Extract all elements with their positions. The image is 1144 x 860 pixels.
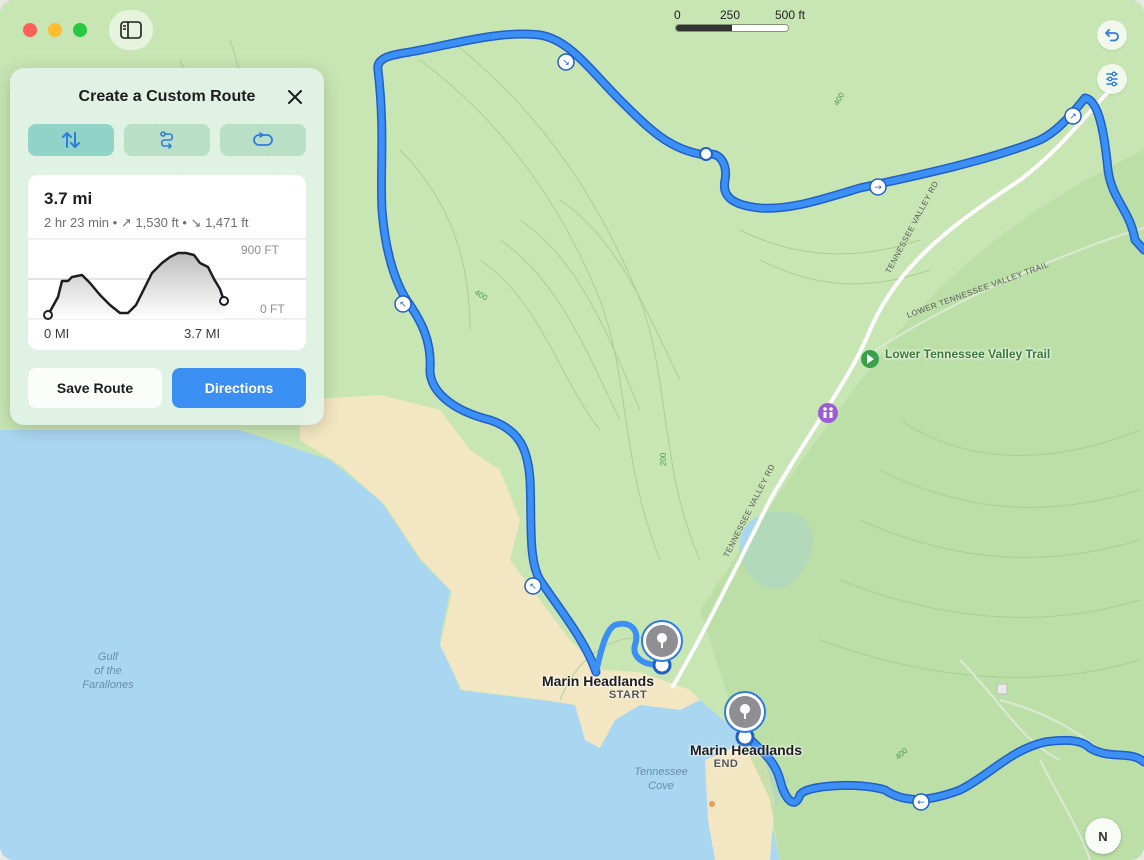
directions-button[interactable]: Directions [172, 368, 306, 408]
map-scale: 0 250 500 ft [674, 8, 814, 38]
out-and-back-icon [160, 131, 174, 149]
scale-label-0: 0 [674, 8, 681, 22]
restroom-icon[interactable] [818, 403, 838, 423]
panel-title: Create a Custom Route [78, 88, 256, 105]
svg-text:↗: ↗ [1069, 112, 1077, 122]
ascent-icon: ↗ [120, 215, 132, 230]
window-close-button[interactable] [23, 23, 37, 37]
route-options-button[interactable] [1097, 64, 1127, 94]
distance-end-label: 3.7 MI [184, 326, 221, 341]
route-distance: 3.7 mi [44, 189, 93, 208]
start-tag: START [608, 689, 648, 701]
close-icon [288, 90, 302, 104]
maps-window: TENNESSEE VALLEY RD TENNESSEE VALLEY RD … [0, 0, 1144, 860]
loop-button[interactable] [220, 124, 306, 156]
undo-arrow-icon [1105, 29, 1119, 42]
reverse-route-icon [62, 132, 80, 148]
descent-icon: ↘ [190, 215, 202, 230]
out-and-back-button[interactable] [124, 124, 210, 156]
save-route-button[interactable]: Save Route [28, 368, 162, 408]
undo-button[interactable] [1097, 20, 1127, 50]
elevation-end-point [219, 296, 229, 306]
custom-route-panel: Create a Custom Route 3.7 mi 2 hr 23 min… [10, 68, 324, 425]
compass-button[interactable]: N [1085, 818, 1121, 854]
route-ascent: 1,530 ft [135, 215, 179, 230]
elevation-min-label: 0 FT [260, 302, 285, 316]
sidebar-toggle-button[interactable] [109, 10, 153, 50]
route-descent: 1,471 ft [205, 215, 249, 230]
route-duration: 2 hr 23 min [44, 215, 110, 230]
elevation-area [48, 253, 224, 319]
close-button[interactable] [282, 84, 308, 110]
landmark-dot [709, 801, 715, 807]
poi-label[interactable]: Lower Tennessee Valley Trail [885, 348, 1050, 361]
loop-icon [253, 132, 273, 146]
scale-label-250: 250 [720, 8, 741, 22]
separator: • [182, 215, 191, 230]
reverse-route-button[interactable] [28, 124, 114, 156]
end-tag: END [713, 758, 739, 770]
svg-text:↘: ↘ [562, 58, 570, 68]
water-label-gulf: Gulf of the Farallones [82, 651, 134, 691]
svg-text:←: ← [917, 798, 925, 808]
start-name: Marin Headlands [541, 673, 655, 689]
elevation-start-point [43, 310, 53, 320]
scale-label-500: 500 ft [775, 8, 806, 22]
window-zoom-button[interactable] [73, 23, 87, 37]
building [996, 683, 1008, 695]
window-minimize-button[interactable] [48, 23, 62, 37]
route-summary-card: 3.7 mi 2 hr 23 min • ↗ 1,530 ft • ↘ 1,47… [28, 175, 306, 350]
elevation-max-label: 900 FT [241, 243, 280, 257]
sidebar-icon [120, 21, 142, 39]
scale-bar [676, 25, 788, 31]
route-options-icon [1106, 71, 1118, 87]
contour-label: 200 [659, 452, 668, 466]
separator: • [112, 215, 121, 230]
svg-text:↖: ↖ [399, 300, 407, 310]
compass-label: N [1098, 828, 1108, 844]
trailhead-icon[interactable] [861, 350, 879, 368]
end-label[interactable]: Marin Headlands END [680, 742, 812, 770]
svg-text:↖: ↖ [529, 582, 537, 592]
distance-start-label: 0 MI [44, 326, 70, 341]
start-label[interactable]: Marin Headlands START [532, 673, 664, 701]
end-name: Marin Headlands [689, 742, 803, 758]
svg-text:→: → [874, 183, 882, 193]
route-stats: 2 hr 23 min • ↗ 1,530 ft • ↘ 1,471 ft [44, 215, 248, 231]
